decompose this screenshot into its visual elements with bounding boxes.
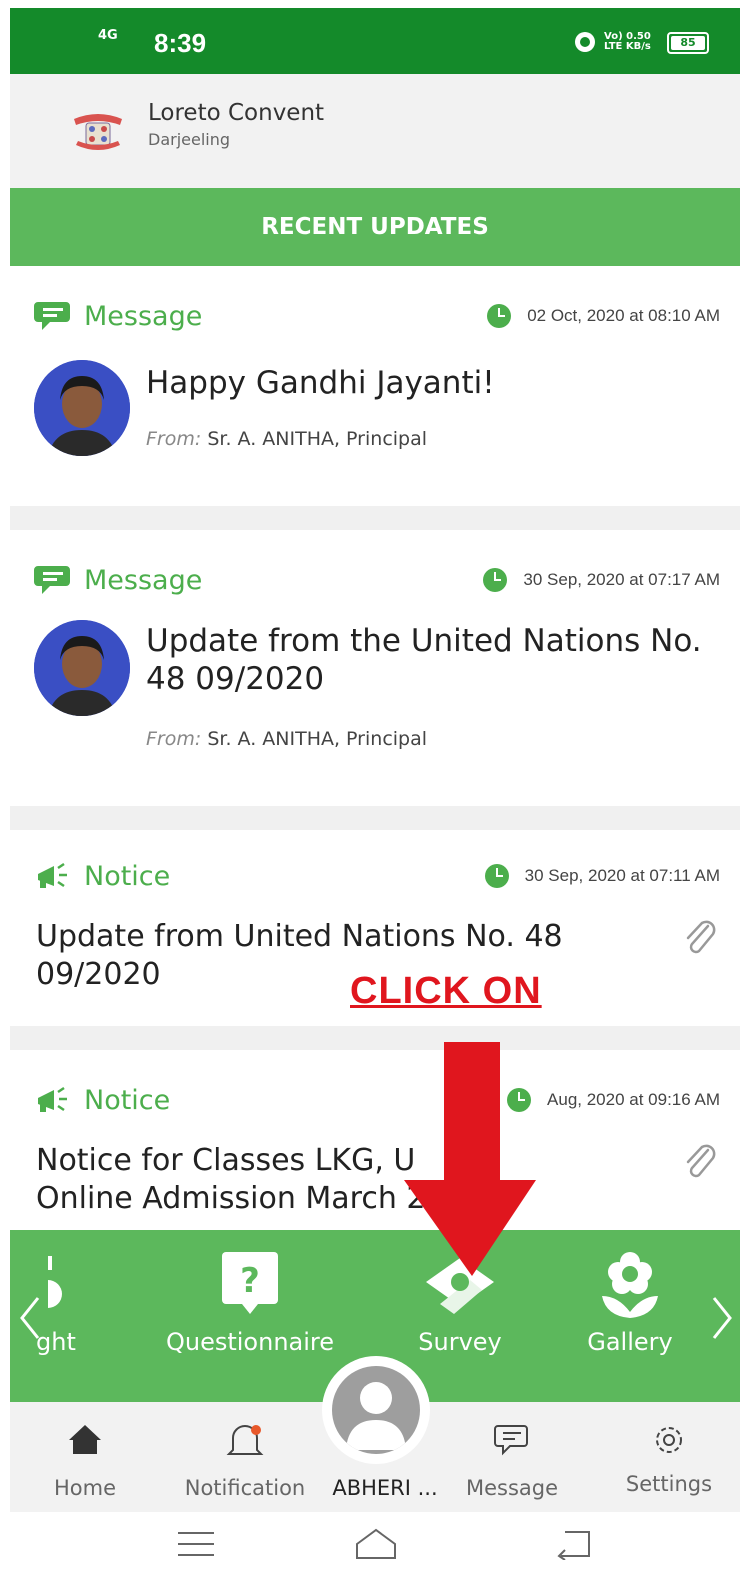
card-title: Happy Gandhi Jayanti!: [146, 365, 495, 401]
status-bar: 4G 8:39 Vo) 0.50 LTE KB/s 85: [10, 8, 740, 74]
card-type-label: Message: [84, 300, 203, 332]
divider: [10, 806, 740, 830]
updates-feed[interactable]: Message 02 Oct, 2020 at 08:10 AM Happy G…: [10, 266, 740, 1230]
attachment-icon[interactable]: [682, 1142, 718, 1182]
battery-icon: 85: [667, 32, 709, 54]
bell-icon: [226, 1425, 264, 1455]
message-icon: [34, 302, 70, 330]
nav-message[interactable]: Message: [462, 1402, 562, 1512]
card-type-label: Notice: [84, 1084, 171, 1116]
card-timestamp: 30 Sep, 2020 at 07:17 AM: [483, 560, 720, 600]
clock-icon: [484, 864, 509, 888]
message-icon: [34, 566, 70, 594]
alarm-icon: [575, 32, 595, 52]
divider: [10, 506, 740, 530]
clock-time: 8:39: [154, 28, 207, 58]
quick-item-label: ght: [36, 1328, 76, 1356]
card-timestamp: 30 Sep, 2020 at 07:11 AM: [484, 856, 720, 896]
update-card[interactable]: Message 02 Oct, 2020 at 08:10 AM Happy G…: [10, 266, 740, 506]
profile-icon: [346, 1382, 406, 1450]
quick-item-label: Questionnaire: [165, 1328, 335, 1356]
home-key-icon[interactable]: [353, 1526, 399, 1562]
nav-label: Notification: [184, 1476, 306, 1500]
bulb-icon: [48, 1256, 62, 1308]
clock-icon: [483, 568, 508, 592]
card-timestamp: 02 Oct, 2020 at 08:10 AM: [487, 296, 720, 336]
flower-icon: [602, 1252, 658, 1318]
annotation-arrow-icon: [404, 1042, 536, 1276]
quick-item-highlight[interactable]: ght: [32, 1230, 102, 1402]
nav-notification[interactable]: Notification: [170, 1402, 320, 1512]
quick-item-label: Survey: [418, 1328, 502, 1356]
chat-icon: [494, 1425, 528, 1456]
card-type-label: Notice: [84, 860, 171, 892]
card-type: Notice: [34, 856, 170, 896]
home-icon: [69, 1425, 101, 1454]
clock-icon: [487, 304, 512, 328]
card-sender: From: Sr. A. ANITHA, Principal: [146, 728, 428, 750]
card-sender: From: Sr. A. ANITHA, Principal: [146, 428, 428, 450]
nav-label: Home: [53, 1476, 116, 1500]
avatar: [34, 620, 130, 716]
quick-item-questionnaire[interactable]: ? Questionnaire: [150, 1230, 350, 1402]
nav-label: Message: [465, 1476, 559, 1500]
card-type: Notice: [34, 1080, 170, 1120]
nav-label: Settings: [625, 1472, 713, 1496]
svg-text:?: ?: [240, 1261, 260, 1301]
annotation-label: CLICK ON: [350, 970, 542, 1012]
nav-settings[interactable]: Settings: [614, 1402, 724, 1512]
school-city: Darjeeling: [148, 130, 231, 149]
menu-icon[interactable]: [176, 1530, 216, 1558]
megaphone-icon: [38, 862, 67, 888]
chevron-right-icon[interactable]: [710, 1294, 734, 1342]
app-header: Loreto Convent Darjeeling: [10, 74, 740, 188]
card-type: Message: [34, 296, 202, 336]
profile-avatar-button[interactable]: [322, 1356, 430, 1464]
gear-icon: [656, 1427, 682, 1453]
school-logo: [74, 114, 122, 150]
card-type-label: Message: [84, 564, 203, 596]
battery-level: 85: [671, 36, 705, 50]
nav-home[interactable]: Home: [40, 1402, 130, 1512]
nav-label: ABHERI ...: [332, 1476, 438, 1500]
quick-item-label: Gallery: [587, 1328, 673, 1356]
question-icon: ?: [222, 1252, 278, 1314]
quick-item-gallery[interactable]: Gallery: [570, 1230, 690, 1402]
card-title: Update from the United Nations No. 48 09…: [146, 623, 702, 697]
section-banner: RECENT UPDATES: [10, 188, 740, 266]
signal-indicator: 4G: [98, 28, 118, 43]
back-icon[interactable]: [555, 1528, 595, 1560]
network-speed: Vo) 0.50 LTE KB/s: [604, 31, 651, 52]
school-name: Loreto Convent: [148, 100, 325, 126]
avatar: [332, 1366, 420, 1454]
megaphone-icon: [38, 1086, 67, 1112]
update-card[interactable]: Message 30 Sep, 2020 at 07:17 AM Update …: [10, 530, 740, 806]
update-card[interactable]: Notice Aug, 2020 at 09:16 AM Notice for …: [10, 1050, 740, 1230]
attachment-icon[interactable]: [682, 918, 718, 958]
avatar: [34, 360, 130, 456]
card-type: Message: [34, 560, 202, 600]
divider: [10, 1026, 740, 1050]
system-nav-bar: [10, 1512, 740, 1578]
